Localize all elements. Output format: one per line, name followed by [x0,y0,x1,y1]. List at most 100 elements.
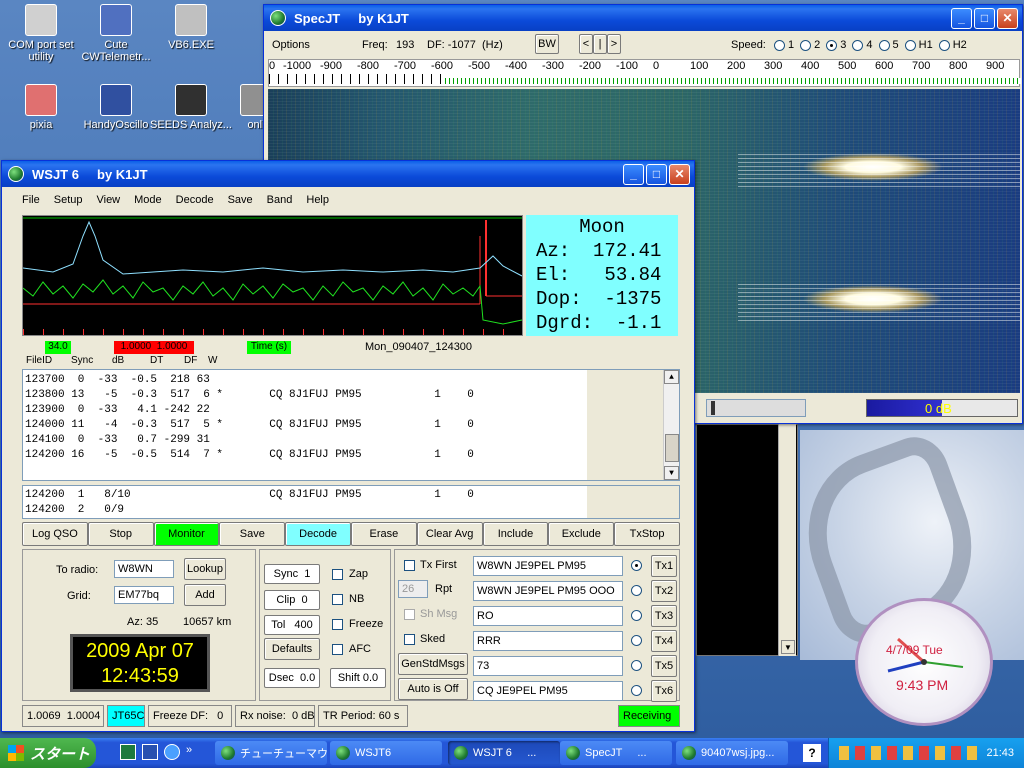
command-button[interactable]: Save [219,522,286,546]
tx-message-input[interactable]: CQ JE9PEL PM95 [473,681,623,701]
wsjt-titlebar[interactable]: WSJT 6 by K1JT _ □ ✕ [2,161,694,187]
tx-select-radio[interactable] [631,635,642,646]
decode-row[interactable] [25,463,679,478]
auto-button[interactable]: Auto is Off [398,678,468,700]
option-checkbox[interactable]: AFC [332,643,371,655]
command-button[interactable]: Clear Avg [416,522,483,546]
tx-select-radio[interactable] [631,560,642,571]
desktop-icon[interactable]: VB6.EXE [150,4,232,51]
shift-control[interactable]: Shift 0.0 [330,668,386,688]
menu-item[interactable]: Band [267,194,293,206]
tx-message-input[interactable]: W8WN JE9PEL PM95 OOO [473,581,623,601]
sh-msg-checkbox[interactable] [404,609,415,620]
defaults-button[interactable]: Defaults [264,638,320,660]
maximize-button[interactable]: □ [646,163,667,185]
desktop-icon[interactable]: pixia [0,84,82,131]
command-button[interactable]: Stop [87,522,154,546]
command-button[interactable]: TxStop [614,522,680,546]
clip-control[interactable]: Clip 0 [264,590,320,610]
specjt-titlebar[interactable]: SpecJT by K1JT _ □ ✕ [264,5,1022,31]
speed-option[interactable]: 2 [800,39,820,51]
average-row[interactable]: 124200 2 0/9 [25,503,679,518]
speed-option[interactable]: H2 [938,39,967,51]
options-menu[interactable]: Options [272,39,310,51]
nav-left-button[interactable]: < [579,34,593,54]
nav-center-button[interactable]: | [593,34,607,54]
to-radio-input[interactable]: W8WN [114,560,174,578]
tx-message-input[interactable]: 73 [473,656,623,676]
option-checkbox[interactable]: Freeze [332,618,383,630]
command-button[interactable]: Include [482,522,549,546]
wsjt-window[interactable]: WSJT 6 by K1JT _ □ ✕ File Setup View Mode De… [1,160,695,732]
average-list[interactable]: 124200 1 8/10 CQ 8J1FUJ PM95 1 0 124200 2… [22,485,680,519]
grid-input[interactable]: EM77bq [114,586,174,604]
taskbar-task[interactable]: 90407wsj.jpg... [676,741,788,765]
tx-button[interactable]: Tx3 [651,605,677,627]
taskbar-task[interactable]: SpecJT ... [560,741,672,765]
close-button[interactable]: ✕ [997,7,1018,29]
minimize-button[interactable]: _ [623,163,644,185]
decode-row[interactable]: 124000 11 -4 -0.3 517 5 * CQ 8J1FUJ PM95… [25,418,679,433]
speed-option[interactable]: 3 [826,39,846,51]
tx-button[interactable]: Tx5 [651,655,677,677]
sync-control[interactable]: Sync 1 [264,564,320,584]
tol-control[interactable]: Tol 400 [264,615,320,635]
chevron-icon[interactable]: » [186,744,192,760]
tx-first-checkbox[interactable] [404,560,415,571]
menu-item[interactable]: View [96,194,120,206]
taskbar-task[interactable]: チューチューマウス... [215,741,327,765]
tx-message-input[interactable]: RRR [473,631,623,651]
menu-item[interactable]: File [22,194,40,206]
gen-std-msgs-button[interactable]: GenStdMsgs [398,653,468,675]
brightness-slider[interactable] [706,399,806,417]
desktop-icon[interactable]: HandyOscillo [75,84,157,131]
speed-option[interactable]: 4 [852,39,873,51]
speed-option[interactable]: 1 [774,39,794,51]
decode-row[interactable]: 123900 0 -33 4.1 -242 22 [25,403,679,418]
tx-select-radio[interactable] [631,685,642,696]
speed-option[interactable]: 5 [878,39,899,51]
menu-item[interactable]: Decode [176,194,214,206]
desktop-icon[interactable]: COM port set utility [0,4,82,63]
taskbar-task[interactable]: WSJT 6 ... [448,741,560,765]
ie-icon[interactable] [164,744,180,760]
close-button[interactable]: ✕ [669,163,690,185]
option-checkbox[interactable]: Zap [332,568,368,580]
command-button[interactable]: Monitor [153,522,220,546]
bw-button[interactable]: BW [535,34,559,54]
tx-select-radio[interactable] [631,660,642,671]
menu-item[interactable]: Setup [54,194,83,206]
start-button[interactable]: スタート [0,738,96,768]
tx-button[interactable]: Tx1 [651,555,677,577]
tx-button[interactable]: Tx4 [651,630,677,652]
tx-message-input[interactable]: RO [473,606,623,626]
decode-row[interactable]: 124100 0 -33 0.7 -299 31 [25,433,679,448]
word-icon[interactable] [142,744,158,760]
option-checkbox[interactable]: NB [332,593,364,605]
lookup-button[interactable]: Lookup [184,558,226,580]
maximize-button[interactable]: □ [974,7,995,29]
dsec-control[interactable]: Dsec 0.0 [264,668,320,688]
menu-item[interactable]: Save [228,194,253,206]
average-row[interactable]: 124200 1 8/10 CQ 8J1FUJ PM95 1 0 [25,488,679,503]
command-button[interactable]: Log QSO [22,522,88,546]
help-icon[interactable]: ? [803,744,821,762]
command-button[interactable]: Erase [350,522,417,546]
menu-item[interactable]: Mode [134,194,162,206]
minimize-button[interactable]: _ [951,7,972,29]
decode-row[interactable]: 123800 13 -5 -0.3 517 6 * CQ 8J1FUJ PM95… [25,388,679,403]
command-button[interactable]: Decode [285,522,351,546]
decode-row[interactable]: 123700 0 -33 -0.5 218 63 [25,373,679,388]
tx-button[interactable]: Tx6 [651,680,677,702]
decode-row[interactable]: 124200 16 -5 -0.5 514 7 * CQ 8J1FUJ PM95… [25,448,679,463]
tx-select-radio[interactable] [631,585,642,596]
menu-item[interactable]: Help [306,194,329,206]
decode-list[interactable]: 123700 0 -33 -0.5 218 63 123800 13 -5 -0.… [22,369,680,481]
decode-scrollbar[interactable]: ▲ ▼ [663,370,679,480]
nav-right-button[interactable]: > [607,34,621,54]
command-button[interactable]: Exclude [548,522,615,546]
add-button[interactable]: Add [184,584,226,606]
tx-button[interactable]: Tx2 [651,580,677,602]
speed-option[interactable]: H1 [904,39,933,51]
taskbar-task[interactable]: WSJT6 [330,741,442,765]
